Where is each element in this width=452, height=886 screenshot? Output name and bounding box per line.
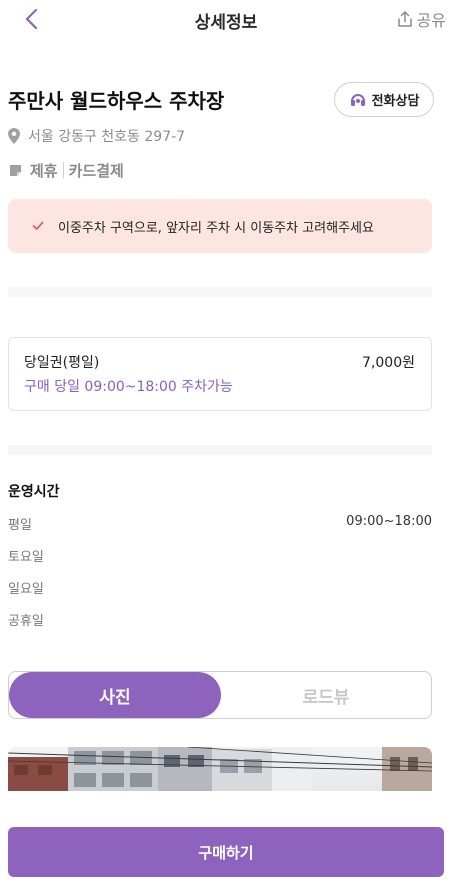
ticket-name: 당일권(평일) <box>24 355 100 371</box>
hours-day: 일요일 <box>8 582 44 597</box>
tab-roadview[interactable]: 로드뷰 <box>221 672 431 718</box>
tag-divider <box>62 162 64 178</box>
section-divider <box>8 287 432 297</box>
tag-icon <box>10 164 21 176</box>
share-label: 공유 <box>416 11 446 30</box>
check-icon <box>32 221 44 230</box>
ticket-price: 7,000원 <box>362 355 415 371</box>
address-row: 서울 강동구 천호동 297-7 <box>8 126 185 146</box>
hours-day: 토요일 <box>8 550 44 565</box>
section-divider <box>8 445 432 455</box>
ticket-description: 구매 당일 09:00~18:00 주차가능 <box>24 379 233 395</box>
ticket-card[interactable]: 당일권(평일) 7,000원 구매 당일 09:00~18:00 주차가능 <box>8 337 432 411</box>
address-text: 서울 강동구 천호동 297-7 <box>28 129 186 145</box>
headset-icon <box>350 93 365 106</box>
share-button[interactable]: 공유 <box>396 7 446 31</box>
tag-partner: 제휴 <box>30 161 58 180</box>
call-consult-button[interactable]: 전화상담 <box>334 82 434 117</box>
hours-row-saturday: 토요일 <box>8 546 432 566</box>
share-icon <box>397 11 412 27</box>
top-app-bar: 상세정보 공유 <box>0 0 452 38</box>
lot-title-row: 주만사 월드하우스 주차장 전화상담 <box>8 82 434 118</box>
parking-lot-photo[interactable] <box>8 747 432 791</box>
page-title: 상세정보 <box>194 13 258 33</box>
hours-day: 평일 <box>8 518 32 533</box>
hours-row-sunday: 일요일 <box>8 578 432 598</box>
media-tab-switch: 사진 로드뷰 <box>8 671 432 719</box>
tab-photo[interactable]: 사진 <box>9 672 221 718</box>
purchase-button[interactable]: 구매하기 <box>8 827 444 877</box>
tag-card-payment: 카드결제 <box>68 161 124 180</box>
hours-day: 공휴일 <box>8 614 44 629</box>
hours-row-weekday: 평일 09:00~18:00 <box>8 514 432 534</box>
hours-time: 09:00~18:00 <box>346 514 432 529</box>
location-pin-icon <box>8 128 20 144</box>
call-consult-label: 전화상담 <box>371 94 420 109</box>
hours-row-holiday: 공휴일 <box>8 610 432 630</box>
tags-row: 제휴 카드결제 <box>8 159 124 181</box>
notice-text: 이중주차 구역으로, 앞자리 주차 시 이동주차 고려해주세요 <box>58 220 374 236</box>
operating-hours-title: 운영시간 <box>8 484 60 500</box>
building-photo-image <box>8 747 432 791</box>
notice-banner: 이중주차 구역으로, 앞자리 주차 시 이동주차 고려해주세요 <box>8 199 432 253</box>
bottom-action-bar: 구매하기 <box>0 792 452 886</box>
parking-lot-name: 주만사 월드하우스 주차장 <box>8 89 225 113</box>
